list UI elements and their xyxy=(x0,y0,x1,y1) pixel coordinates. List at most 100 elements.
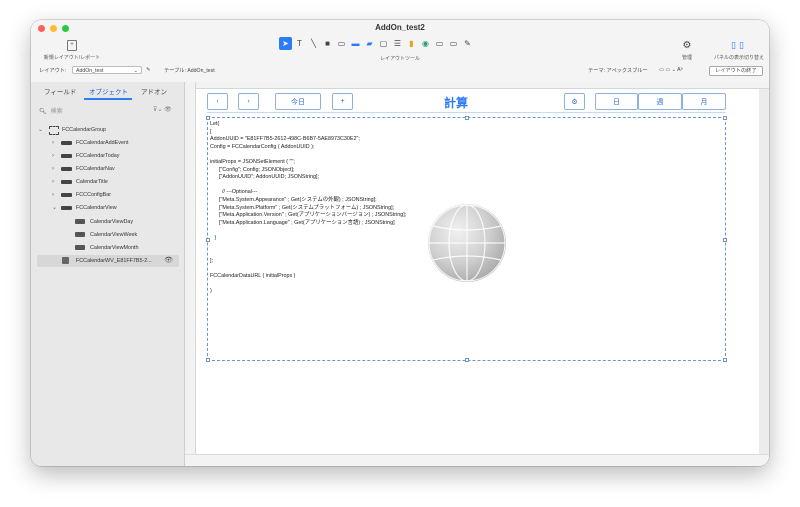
add-event-button[interactable]: + xyxy=(332,93,353,110)
tree-row[interactable]: › CalendarTitle xyxy=(31,176,184,188)
settings-gear-icon[interactable]: ⚙ xyxy=(564,93,585,110)
title-bar: AddOn_test2 + 新規レイアウト/レポート ➤ T ╲ ■ ▭ ▬ ▰… xyxy=(31,20,769,83)
tree-row[interactable]: CalendarViewWeek xyxy=(31,229,184,241)
horizontal-ruler xyxy=(195,82,769,89)
resize-handle[interactable] xyxy=(206,238,210,242)
next-button[interactable]: › xyxy=(238,93,259,110)
objects-sidebar: フィールド オブジェクト アドオン 🔍︎ 検索 ⊽⌄ 👁︎ ⌄ FCCalenda… xyxy=(31,82,185,466)
chevron-down-icon[interactable]: ⌄ xyxy=(52,202,57,214)
text-tool-icon[interactable]: T xyxy=(293,37,306,50)
new-layout-icon: + xyxy=(67,40,77,51)
popover-tool-icon[interactable]: ▢ xyxy=(377,37,390,50)
chevron-right-icon[interactable]: › xyxy=(52,137,54,149)
tab-underline xyxy=(84,98,132,100)
tree-row[interactable]: › FCCConfigBar xyxy=(31,189,184,201)
globe-icon xyxy=(428,204,506,282)
horizontal-scrollbar[interactable] xyxy=(185,454,769,466)
web-viewer-object[interactable]: Let( [ AddonUUID = "E81FF7B5-2612-498C-B… xyxy=(206,116,727,362)
view-icon xyxy=(75,232,85,237)
tree-row-label: FCCalendarToday xyxy=(76,153,120,159)
button-bar-tool-icon[interactable]: ▰ xyxy=(363,37,376,50)
format-painter-icon[interactable]: ✎ xyxy=(461,37,474,50)
tab-addons[interactable]: アドオン xyxy=(141,86,167,96)
resize-handle[interactable] xyxy=(465,358,469,362)
layout-select[interactable]: AddOn_test ⌄ xyxy=(72,66,142,74)
search-placeholder: 検索 xyxy=(50,109,63,115)
month-view-button[interactable]: 月 xyxy=(682,93,726,110)
panel-toggle-button[interactable]: ▯▯ パネルの表示切り替え xyxy=(711,40,767,61)
eye-icon[interactable]: 👁︎ xyxy=(164,255,173,267)
object-icon xyxy=(61,167,72,171)
tree-row[interactable]: ⌄ FCCalendarGroup xyxy=(31,124,184,136)
exit-layout-button[interactable]: レイアウトの終了 xyxy=(709,66,763,76)
resize-handle[interactable] xyxy=(465,116,469,120)
calendar-title: 計算 xyxy=(444,96,469,110)
resize-handle[interactable] xyxy=(206,358,210,362)
manage-button[interactable]: ⚙ 管理 xyxy=(669,40,705,61)
resize-handle[interactable] xyxy=(723,116,727,120)
line-tool-icon[interactable]: ╲ xyxy=(307,37,320,50)
view-icon xyxy=(75,219,85,224)
vertical-ruler xyxy=(185,82,196,454)
app-window: AddOn_test2 + 新規レイアウト/レポート ➤ T ╲ ■ ▭ ▬ ▰… xyxy=(31,20,769,466)
search-icon: 🔍︎ xyxy=(39,109,47,115)
chevron-right-icon[interactable]: › xyxy=(52,189,54,201)
tree-row-label: CalendarViewDay xyxy=(90,219,134,225)
manage-label: 管理 xyxy=(681,55,692,61)
tree-row-label: FCCalendarView xyxy=(76,205,117,211)
theme-icons[interactable]: ▭ ▭ ⌄ Aᵃ xyxy=(659,67,683,73)
object-icon xyxy=(61,193,72,197)
layout-label: レイアウト: xyxy=(39,68,67,74)
portal-tool-icon[interactable]: ☰ xyxy=(391,37,404,50)
webviewer-icon xyxy=(62,257,69,264)
view-icon xyxy=(75,245,85,250)
field-tool-icon[interactable]: ▭ xyxy=(335,37,348,50)
pointer-tool-icon[interactable]: ➤ xyxy=(279,37,292,50)
resize-handle[interactable] xyxy=(723,238,727,242)
day-view-button[interactable]: 日 xyxy=(595,93,638,110)
gear-icon: ⚙ xyxy=(682,40,692,51)
chevron-right-icon[interactable]: › xyxy=(52,150,54,162)
sidebar-tabs: フィールド オブジェクト アドオン xyxy=(31,82,184,100)
web-viewer-calculation: Let( [ AddonUUID = "E81FF7B5-2612-498C-B… xyxy=(210,121,407,295)
tab-fields[interactable]: フィールド xyxy=(44,86,76,96)
layout-body[interactable]: ‹ › 今日 + 計算 ⚙ 日 週 月 Let( [ AddonUUID = "… xyxy=(196,89,759,454)
object-icon xyxy=(61,154,72,158)
tab-objects[interactable]: オブジェクト xyxy=(89,86,128,96)
slide-control-tool-icon[interactable]: ▭ xyxy=(447,37,460,50)
resize-handle[interactable] xyxy=(723,358,727,362)
tree-row[interactable]: CalendarViewDay xyxy=(31,216,184,228)
prev-button[interactable]: ‹ xyxy=(207,93,228,110)
tab-control-tool-icon[interactable]: ▭ xyxy=(433,37,446,50)
panel-toggle-label: パネルの表示切り替え xyxy=(713,55,764,61)
window-title: AddOn_test2 xyxy=(375,23,425,32)
edit-layout-icon[interactable]: ✎ xyxy=(146,67,150,73)
tree-row[interactable]: › FCCalendarNav xyxy=(31,163,184,175)
resize-handle[interactable] xyxy=(206,116,210,120)
table-label: テーブル: AddOn_test xyxy=(164,68,215,74)
week-view-button[interactable]: 週 xyxy=(638,93,682,110)
layout-bar: レイアウト: AddOn_test ⌄ ✎ テーブル: AddOn_test テ… xyxy=(31,65,769,77)
tree-row[interactable]: CalendarViewMonth xyxy=(31,242,184,254)
tree-row[interactable]: ⌄ FCCalendarView xyxy=(31,202,184,214)
chevron-right-icon[interactable]: › xyxy=(52,163,54,175)
object-icon xyxy=(61,180,72,184)
theme-label: テーマ: アペックスブルー xyxy=(588,68,648,74)
chevron-down-icon[interactable]: ⌄ xyxy=(38,124,43,136)
object-icon xyxy=(61,141,72,145)
tree-row-label: FCCalendarNav xyxy=(76,166,115,172)
web-viewer-tool-icon[interactable]: ◉ xyxy=(419,37,432,50)
chevron-down-icon: ⌄ xyxy=(133,68,138,74)
today-button[interactable]: 今日 xyxy=(275,93,321,110)
chevron-right-icon[interactable]: › xyxy=(52,176,54,188)
rectangle-tool-icon[interactable]: ■ xyxy=(321,37,334,50)
search-input[interactable]: 🔍︎ 検索 xyxy=(39,106,139,116)
tree-row-label: CalendarViewWeek xyxy=(90,232,138,238)
tree-row[interactable]: › FCCalendarToday xyxy=(31,150,184,162)
tree-row[interactable]: › FCCalendarAddEvent xyxy=(31,137,184,149)
button-tool-icon[interactable]: ▬ xyxy=(349,37,362,50)
group-icon xyxy=(49,126,59,135)
chart-tool-icon[interactable]: ▮ xyxy=(405,37,418,50)
filter-icon[interactable]: ⊽⌄ 👁︎ xyxy=(153,106,172,113)
tree-row-selected[interactable]: FCCalendarWV_E81FF7B5-2... 👁︎ xyxy=(37,255,179,267)
